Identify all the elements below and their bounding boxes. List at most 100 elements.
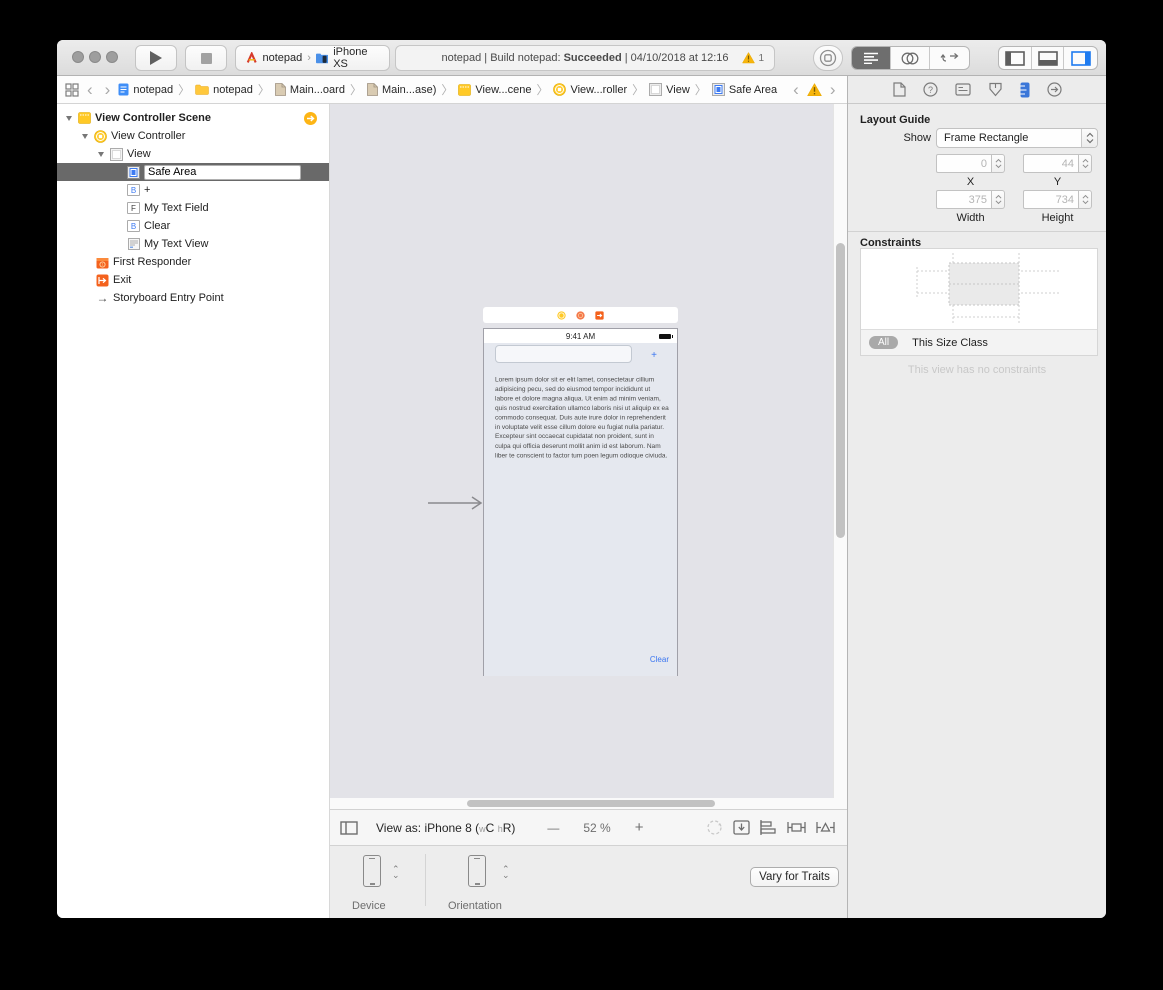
breadcrumb-view-controller[interactable]: View...roller: [553, 83, 627, 96]
minimize-window-button[interactable]: [89, 51, 101, 63]
outline-row-text-field[interactable]: F My Text Field: [57, 199, 329, 217]
breadcrumb-safe-area[interactable]: Safe Area: [712, 83, 777, 96]
resolve-autolayout-icon[interactable]: [816, 820, 835, 835]
x-stepper[interactable]: [992, 154, 1005, 173]
y-stepper[interactable]: [1079, 154, 1092, 173]
x-field[interactable]: 0: [936, 154, 992, 173]
breadcrumb-view[interactable]: View: [649, 83, 690, 96]
device-selector[interactable]: [363, 855, 381, 887]
height-stepper[interactable]: [1079, 190, 1092, 209]
outline-row-exit[interactable]: Exit: [57, 271, 329, 289]
device-stepper[interactable]: ⌃⌄: [392, 866, 400, 878]
activity-status[interactable]: notepad | Build notepad: Succeeded | 04/…: [395, 45, 775, 71]
quick-help-inspector-icon[interactable]: ?: [923, 82, 938, 97]
outline-row-view-controller[interactable]: View Controller: [57, 127, 329, 145]
breadcrumb-group[interactable]: notepad: [195, 84, 253, 96]
width-stepper[interactable]: [992, 190, 1005, 209]
this-size-class-label[interactable]: This Size Class: [912, 337, 988, 349]
version-editor-segment[interactable]: [930, 47, 969, 69]
toggle-debug-panel[interactable]: [1032, 47, 1065, 69]
orientation-stepper[interactable]: ⌃⌄: [502, 866, 510, 878]
identity-inspector-icon[interactable]: [955, 83, 971, 96]
orientation-selector[interactable]: [468, 855, 486, 887]
vary-for-traits-button[interactable]: Vary for Traits: [750, 867, 839, 887]
toggle-inspector-panel[interactable]: [1064, 47, 1097, 69]
disclosure-triangle[interactable]: [66, 116, 72, 121]
breadcrumb-storyboard-base[interactable]: Main...ase): [367, 83, 436, 96]
my-text-view[interactable]: Lorem ipsum dolor sit er elit lamet, con…: [495, 375, 669, 460]
safe-area-rename-input[interactable]: [144, 165, 301, 180]
clear-button[interactable]: Clear: [650, 655, 669, 664]
storyboard-entry-point-arrow[interactable]: [428, 496, 486, 510]
standard-editor-segment[interactable]: [852, 47, 891, 69]
storyboard-canvas[interactable]: 9:41 AM + Lorem ipsum dolor sit er elit …: [330, 104, 833, 798]
editor-only-button[interactable]: [813, 45, 843, 71]
assistant-editor-segment[interactable]: [891, 47, 930, 69]
scene-dock[interactable]: [483, 307, 678, 323]
breadcrumb-project[interactable]: notepad: [118, 83, 173, 96]
add-button[interactable]: +: [647, 350, 661, 361]
vertical-scroll-thumb[interactable]: [836, 243, 845, 538]
scene-jump-badge[interactable]: [304, 112, 317, 125]
view-controller-artboard[interactable]: 9:41 AM + Lorem ipsum dolor sit er elit …: [483, 328, 678, 676]
run-button[interactable]: [135, 45, 177, 71]
outline-row-text-view[interactable]: My Text View: [57, 235, 329, 253]
update-frames-icon[interactable]: [706, 819, 723, 836]
show-dropdown[interactable]: Frame Rectangle: [936, 128, 1098, 148]
stop-button[interactable]: [185, 45, 227, 71]
outline-row-safe-area[interactable]: [57, 163, 329, 181]
view-as-control[interactable]: View as: iPhone 8 (wC hR): [376, 821, 515, 835]
text-field-icon: F: [127, 202, 140, 214]
zoom-level[interactable]: 52 %: [583, 821, 610, 835]
canvas-vertical-scrollbar[interactable]: [833, 104, 847, 798]
outline-row-add-button[interactable]: B +: [57, 181, 329, 199]
close-window-button[interactable]: [72, 51, 84, 63]
jumpbar-back-button[interactable]: ‹: [83, 81, 97, 98]
add-constraints-icon[interactable]: [787, 820, 806, 835]
outline-row-scene[interactable]: View Controller Scene: [57, 109, 329, 127]
warning-counter[interactable]: 1: [742, 52, 764, 64]
connections-inspector-icon[interactable]: [1047, 82, 1062, 97]
embed-in-stack-icon[interactable]: [733, 820, 750, 835]
related-items-icon[interactable]: [65, 83, 79, 97]
attributes-inspector-icon[interactable]: [988, 82, 1003, 97]
breadcrumb-scene[interactable]: View...cene: [458, 84, 531, 96]
stop-icon: [201, 53, 212, 64]
all-size-class-badge[interactable]: All: [869, 336, 898, 349]
y-field[interactable]: 44: [1023, 154, 1079, 173]
previous-issue-button[interactable]: ‹: [789, 81, 803, 98]
warning-icon[interactable]: [807, 83, 822, 97]
scheme-device-label: iPhone XS: [333, 46, 379, 70]
disclosure-triangle[interactable]: [98, 152, 104, 157]
jump-bar: ‹ › notepad 〉 notepad 〉: [57, 76, 847, 104]
disclosure-triangle[interactable]: [82, 134, 88, 139]
first-responder-dock-icon[interactable]: [576, 311, 585, 320]
outline-row-entry-point[interactable]: → Storyboard Entry Point: [57, 289, 329, 307]
outline-row-clear-button[interactable]: B Clear: [57, 217, 329, 235]
size-inspector-icon[interactable]: [1020, 82, 1030, 98]
zoom-out-button[interactable]: —: [547, 821, 559, 835]
toggle-outline-icon[interactable]: [340, 821, 358, 835]
scheme-selector[interactable]: notepad › iPhone XS: [235, 45, 390, 71]
y-value: 44: [1024, 158, 1078, 170]
jumpbar-forward-button[interactable]: ›: [101, 81, 115, 98]
view-controller-dock-icon[interactable]: [557, 311, 566, 320]
width-field[interactable]: 375: [936, 190, 992, 209]
panel-toggle-group: [998, 46, 1098, 70]
outline-row-view[interactable]: View: [57, 145, 329, 163]
align-icon[interactable]: [760, 820, 777, 835]
toggle-navigator-panel[interactable]: [999, 47, 1032, 69]
x-label: X: [936, 176, 1005, 188]
zoom-window-button[interactable]: [106, 51, 118, 63]
exit-dock-icon[interactable]: [595, 311, 604, 320]
file-inspector-icon[interactable]: [893, 82, 906, 97]
my-text-field[interactable]: [495, 345, 632, 363]
breadcrumb-storyboard[interactable]: Main...oard: [275, 83, 345, 96]
canvas-horizontal-scrollbar[interactable]: [330, 798, 847, 809]
horizontal-scroll-thumb[interactable]: [467, 800, 715, 807]
next-issue-button[interactable]: ›: [826, 81, 840, 98]
height-field[interactable]: 734: [1023, 190, 1079, 209]
outline-row-first-responder[interactable]: 1 First Responder: [57, 253, 329, 271]
zoom-in-button[interactable]: +: [635, 819, 644, 836]
device-configuration-bar: ⌃⌄ Device ⌃⌄ Orientation Vary for Traits: [330, 845, 847, 918]
